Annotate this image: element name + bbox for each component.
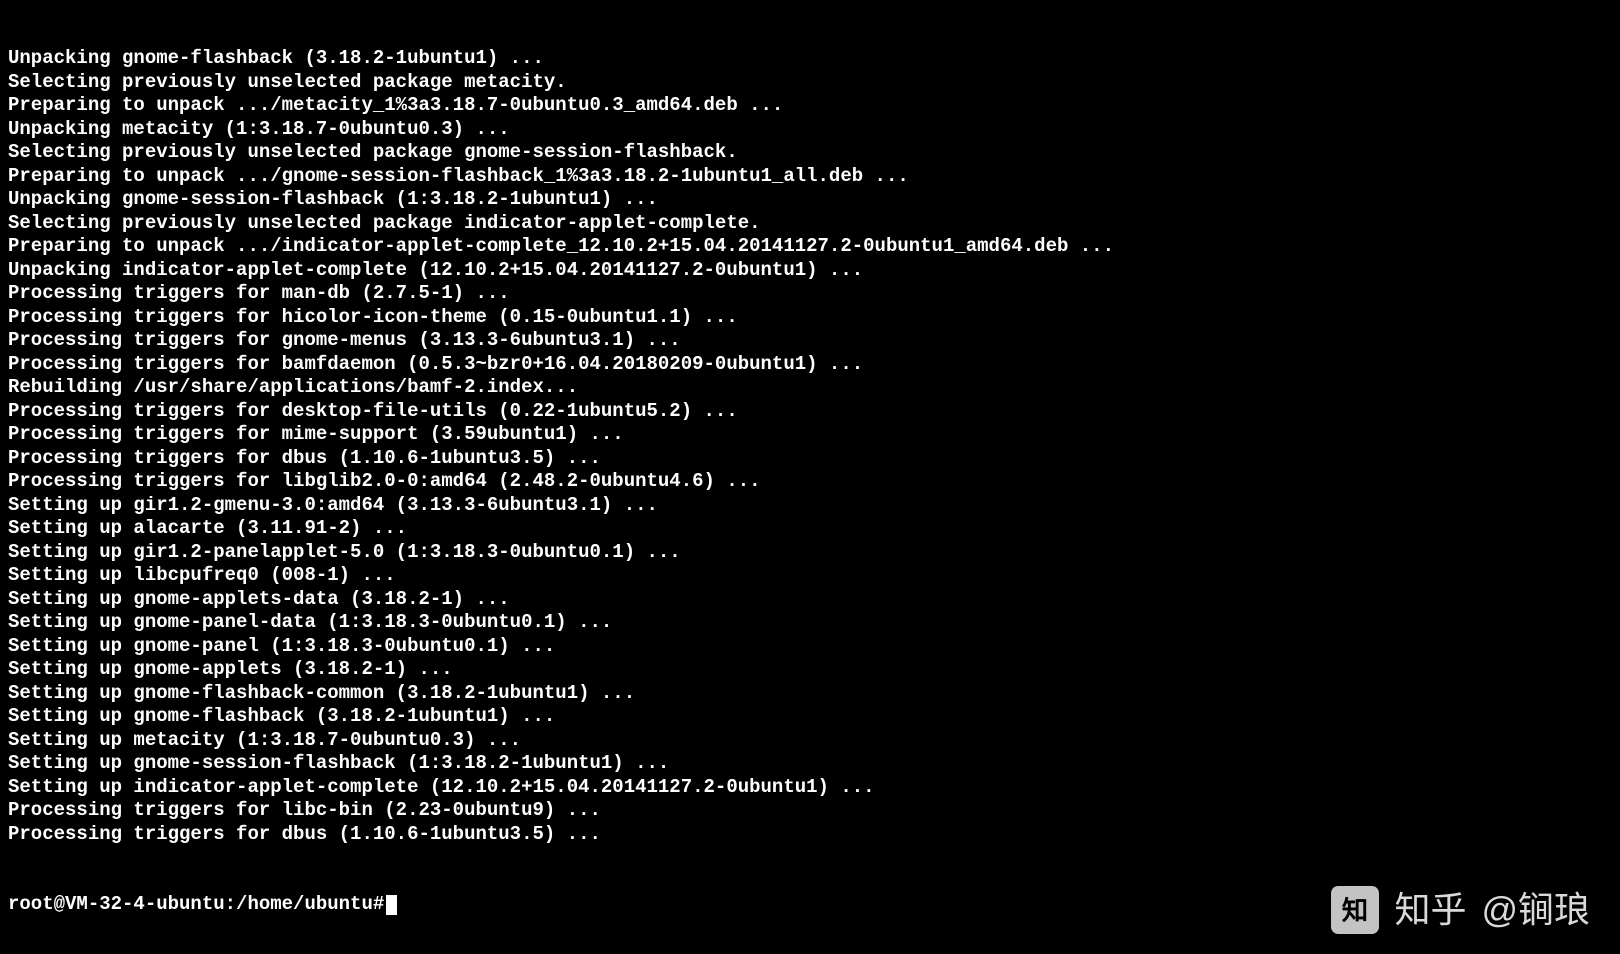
terminal-line: Setting up gnome-flashback (3.18.2-1ubun… [8,705,1612,729]
terminal-line: Processing triggers for mime-support (3.… [8,423,1612,447]
terminal-line: Processing triggers for dbus (1.10.6-1ub… [8,447,1612,471]
terminal-line: Selecting previously unselected package … [8,212,1612,236]
terminal-line: Processing triggers for bamfdaemon (0.5.… [8,353,1612,377]
terminal-line: Preparing to unpack .../metacity_1%3a3.1… [8,94,1612,118]
terminal-cursor [386,895,397,915]
terminal-line: Processing triggers for hicolor-icon-the… [8,306,1612,330]
terminal-line: Processing triggers for desktop-file-uti… [8,400,1612,424]
terminal-line: Rebuilding /usr/share/applications/bamf-… [8,376,1612,400]
terminal-line: Processing triggers for man-db (2.7.5-1)… [8,282,1612,306]
terminal-line: Preparing to unpack .../indicator-applet… [8,235,1612,259]
terminal-line: Setting up gnome-session-flashback (1:3.… [8,752,1612,776]
terminal-line: Unpacking metacity (1:3.18.7-0ubuntu0.3)… [8,118,1612,142]
terminal-line: Selecting previously unselected package … [8,71,1612,95]
terminal-line: Processing triggers for gnome-menus (3.1… [8,329,1612,353]
terminal-line: Unpacking indicator-applet-complete (12.… [8,259,1612,283]
terminal-line: Setting up gnome-applets-data (3.18.2-1)… [8,588,1612,612]
watermark: 知 知乎 @锏琅 [1331,886,1590,934]
svg-text:知: 知 [1342,896,1368,926]
terminal-prompt: root@VM-32-4-ubuntu:/home/ubuntu# [8,893,384,917]
terminal-line: Processing triggers for libglib2.0-0:amd… [8,470,1612,494]
watermark-brand: 知乎 [1394,898,1466,922]
terminal-line: Setting up gnome-flashback-common (3.18.… [8,682,1612,706]
terminal-output[interactable]: Unpacking gnome-flashback (3.18.2-1ubunt… [0,0,1620,940]
terminal-line: Processing triggers for dbus (1.10.6-1ub… [8,823,1612,847]
terminal-line: Setting up gir1.2-gmenu-3.0:amd64 (3.13.… [8,494,1612,518]
terminal-line: Preparing to unpack .../gnome-session-fl… [8,165,1612,189]
terminal-line: Setting up libcpufreq0 (008-1) ... [8,564,1612,588]
terminal-line: Setting up metacity (1:3.18.7-0ubuntu0.3… [8,729,1612,753]
terminal-line: Processing triggers for libc-bin (2.23-0… [8,799,1612,823]
watermark-author: @锏琅 [1481,898,1590,922]
terminal-line: Setting up indicator-applet-complete (12… [8,776,1612,800]
terminal-line: Setting up gnome-panel-data (1:3.18.3-0u… [8,611,1612,635]
terminal-line: Setting up alacarte (3.11.91-2) ... [8,517,1612,541]
terminal-line: Setting up gnome-applets (3.18.2-1) ... [8,658,1612,682]
zhihu-logo-icon: 知 [1331,886,1379,934]
terminal-line: Unpacking gnome-session-flashback (1:3.1… [8,188,1612,212]
terminal-line: Setting up gir1.2-panelapplet-5.0 (1:3.1… [8,541,1612,565]
terminal-line: Unpacking gnome-flashback (3.18.2-1ubunt… [8,47,1612,71]
terminal-line: Selecting previously unselected package … [8,141,1612,165]
terminal-line: Setting up gnome-panel (1:3.18.3-0ubuntu… [8,635,1612,659]
